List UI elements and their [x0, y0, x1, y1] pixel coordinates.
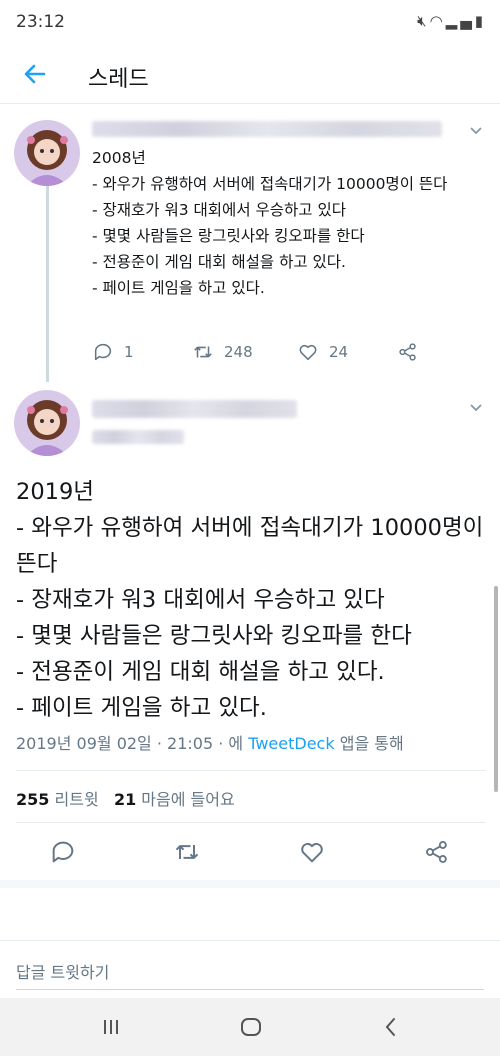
main-tweet-text: 2019년 - 와우가 유행하여 서버에 접속대기가 10000명이 뜬다 - … [16, 479, 484, 721]
like-count: 24 [329, 343, 349, 361]
tweet-stats: 255 리트윗 21 마음에 들어요 [16, 786, 235, 810]
like-button[interactable]: 24 [297, 338, 348, 366]
share-icon [399, 343, 416, 361]
share-icon[interactable] [423, 838, 451, 866]
share-button[interactable] [397, 338, 429, 366]
blurred-display-name [92, 400, 297, 418]
heart-icon [299, 344, 317, 361]
retweet-icon[interactable] [173, 838, 201, 866]
signal-icon: ▂▄ [445, 12, 475, 30]
comment-icon[interactable] [49, 838, 77, 866]
avatar-image [14, 120, 80, 186]
app-bar: 스레드 [0, 44, 500, 104]
retweet-button[interactable]: 248 [192, 338, 253, 366]
status-time: 23:12 [16, 12, 65, 32]
reply-underline [16, 989, 484, 990]
heart-icon[interactable] [298, 838, 326, 866]
comment-icon [94, 343, 112, 361]
avatar[interactable] [14, 120, 80, 186]
retweet-count: 248 [224, 343, 253, 361]
likes-stat[interactable]: 21 마음에 들어요 [114, 790, 235, 809]
chevron-down-icon[interactable] [466, 121, 486, 141]
divider [16, 770, 486, 771]
client-via: 앱을 통해 [339, 734, 404, 753]
blurred-handle [92, 430, 184, 444]
reply-input[interactable]: 답글 트윗하기 [16, 959, 109, 983]
avatar-image [14, 390, 80, 456]
battery-icon: ▮ [474, 12, 486, 30]
thread-line [46, 186, 49, 382]
retweets-stat[interactable]: 255 리트윗 [16, 790, 99, 809]
chevron-down-icon[interactable] [466, 398, 486, 418]
page-title: 스레드 [88, 67, 149, 92]
scrollbar[interactable] [494, 586, 498, 792]
system-nav-bar [0, 998, 500, 1056]
reply-tweet-actions: 1 248 24 [92, 338, 432, 366]
like-label: 마음에 들어요 [141, 790, 235, 809]
reply-button[interactable]: 1 [92, 338, 134, 366]
tweet-meta: 2019년 09월 02일 · 21:05 · 에 TweetDeck 앱을 통… [16, 730, 404, 754]
main-tweet-actions [0, 836, 500, 868]
tweet-timestamp: 2019년 09월 02일 · 21:05 · 에 [16, 734, 244, 753]
back-arrow-icon [24, 64, 46, 84]
retweet-icon [194, 346, 212, 358]
mute-icon: 🔇︎ [417, 12, 430, 30]
reply-tweet-text: 2008년 - 와우가 유행하여 서버에 접속대기가 10000명이 뜬다 - … [92, 149, 448, 297]
reply-count: 1 [124, 343, 134, 361]
divider [16, 822, 486, 823]
home-icon[interactable] [236, 1012, 266, 1042]
wifi-icon: ◠ [429, 12, 446, 30]
reply-box[interactable]: 답글 트윗하기 [0, 940, 500, 998]
recent-apps-icon[interactable] [96, 1012, 126, 1042]
blurred-username [92, 121, 442, 137]
client-link[interactable]: TweetDeck [248, 734, 334, 753]
avatar[interactable] [14, 390, 80, 456]
retweet-label: 리트윗 [54, 790, 99, 809]
section-gap [0, 880, 500, 888]
back-nav-icon[interactable] [376, 1012, 406, 1042]
like-total: 21 [113, 790, 137, 809]
status-bar: 23:12 🔇︎◠▂▄▮ [0, 0, 500, 44]
status-icons: 🔇︎◠▂▄▮ [417, 12, 486, 30]
back-button[interactable] [18, 57, 52, 91]
retweet-total: 255 [16, 790, 50, 809]
